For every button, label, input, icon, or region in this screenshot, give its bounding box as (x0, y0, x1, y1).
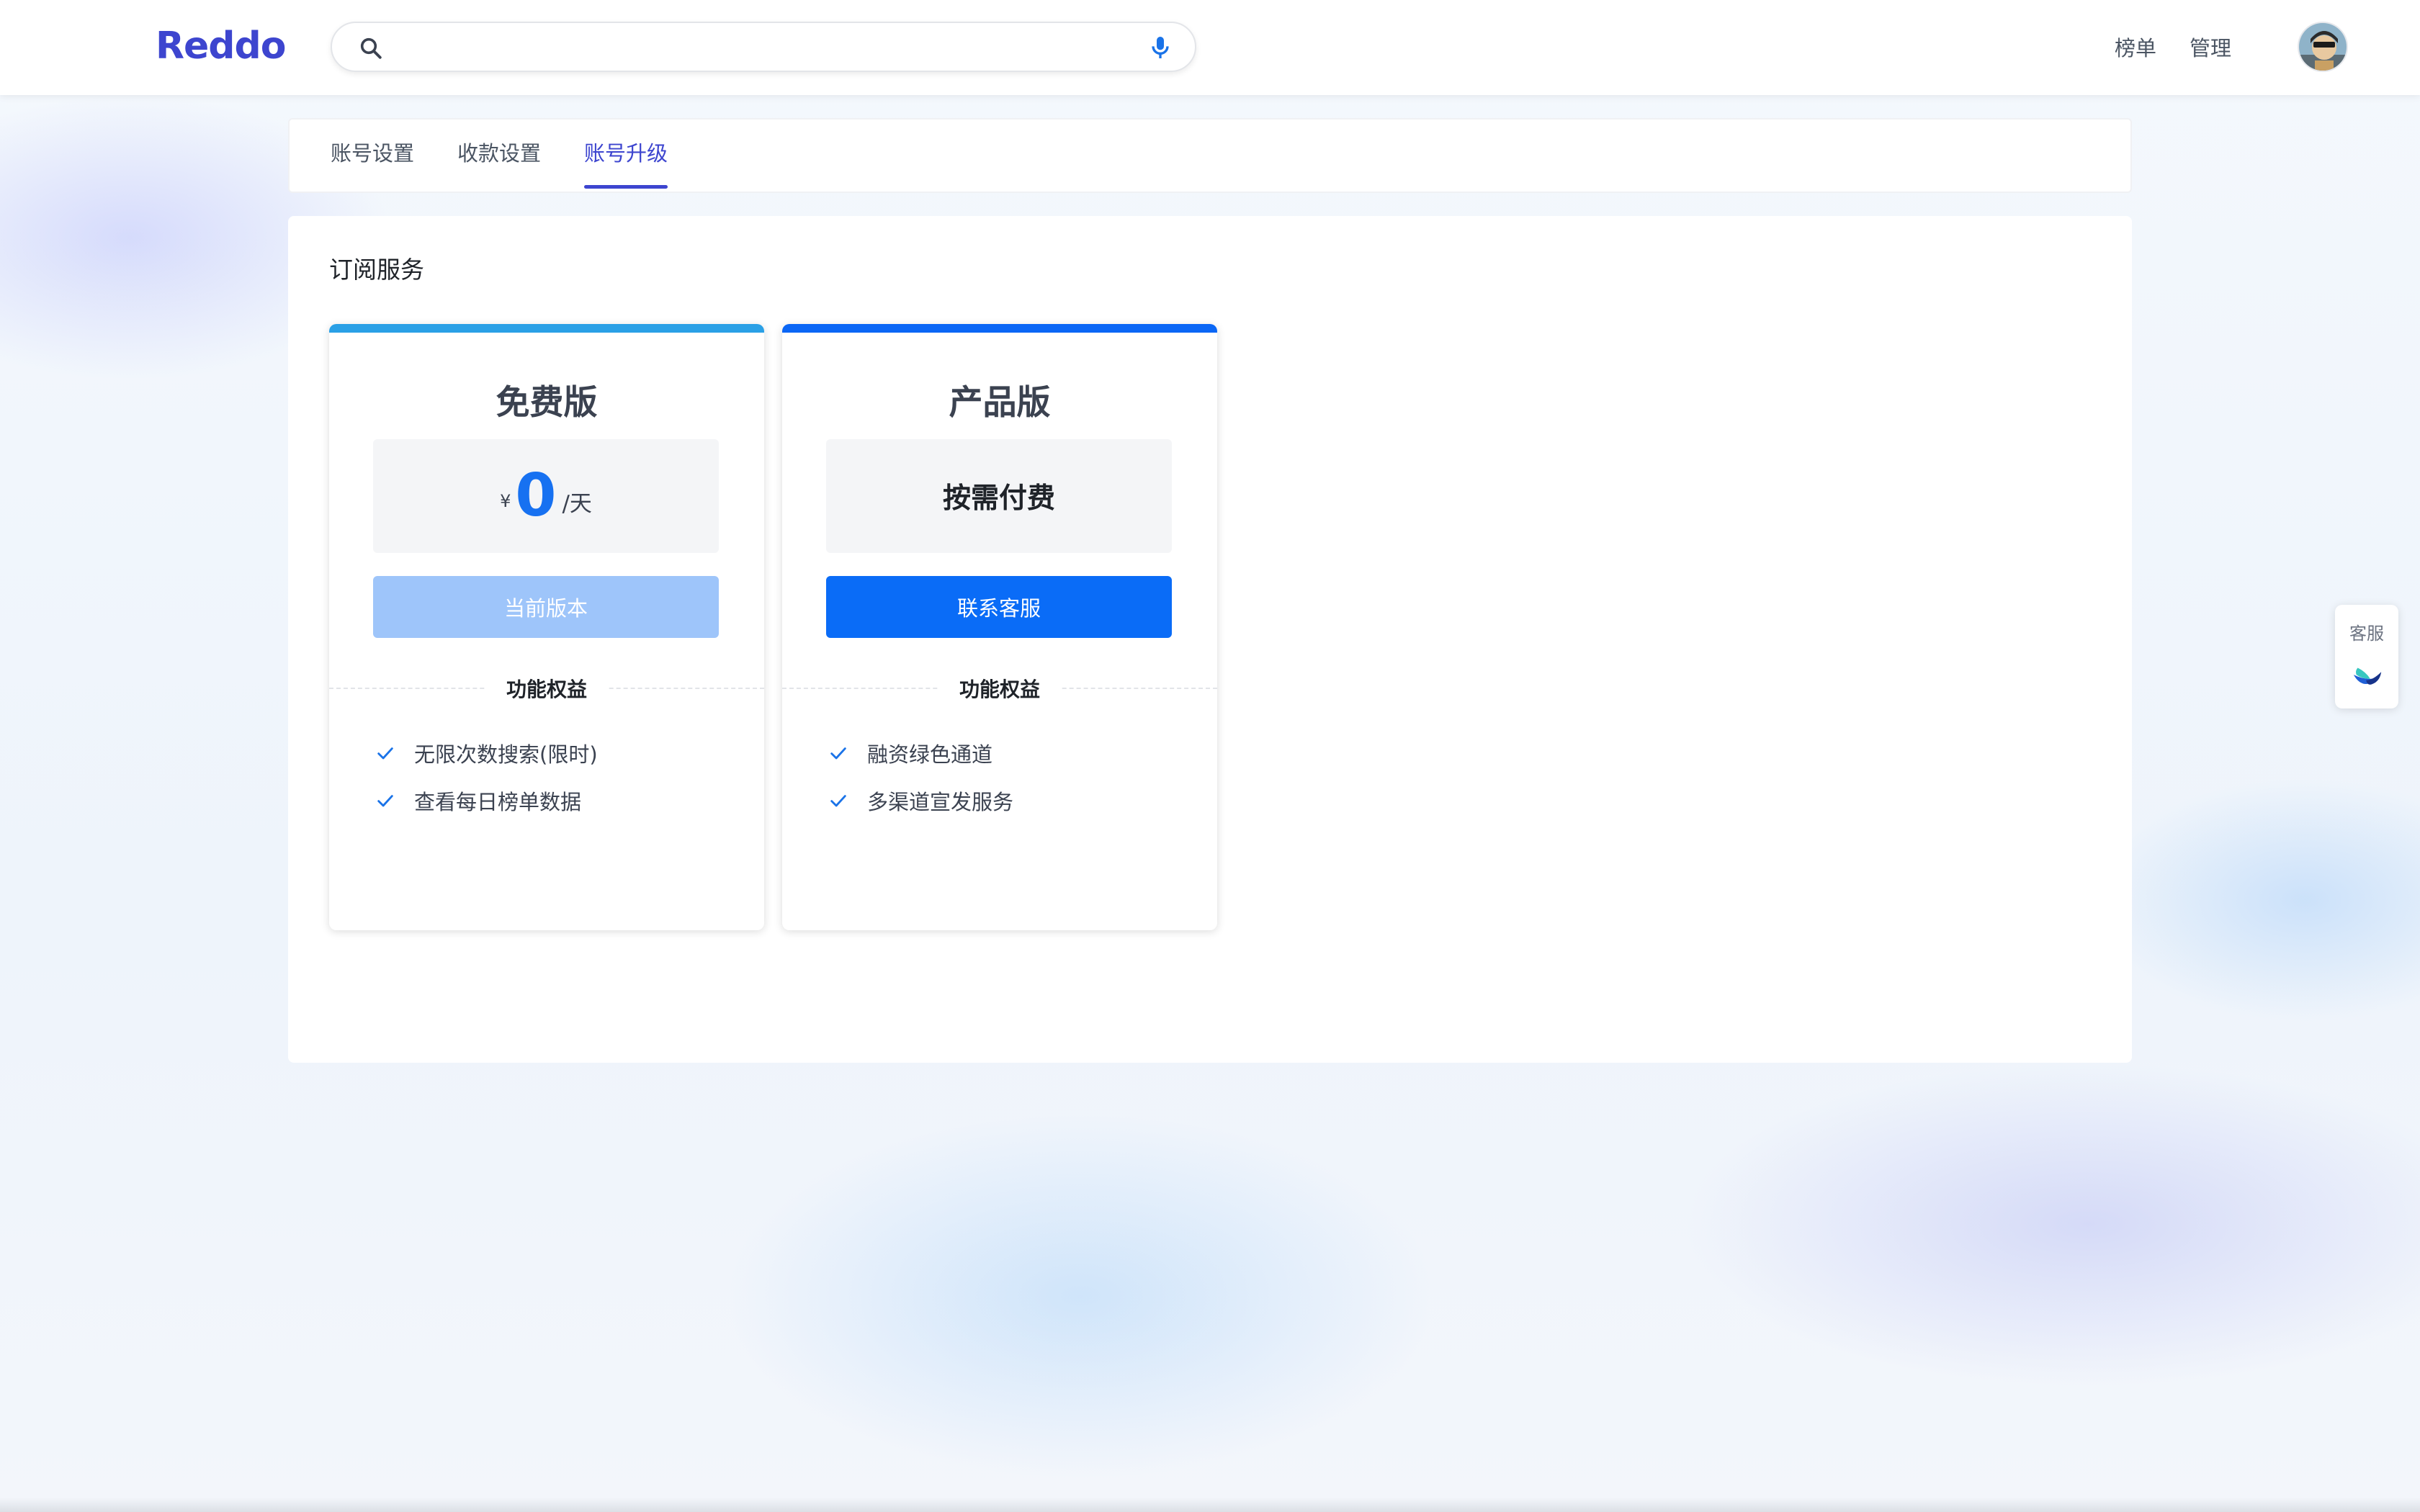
plan-name: 产品版 (949, 383, 1051, 423)
feature-text: 融资绿色通道 (867, 742, 993, 767)
price-amount: 0 (515, 462, 557, 530)
plan-card-free: 免费版 ¥ 0 /天 当前版本 功能权益 无限次数搜索(限时) 查看每日榜单数据 (329, 324, 764, 930)
bottom-edge-shadow (0, 1498, 2420, 1512)
check-icon (830, 795, 846, 807)
check-icon (377, 747, 393, 760)
search-box[interactable] (331, 22, 1196, 72)
nav-admin-link[interactable]: 管理 (2190, 32, 2231, 62)
settings-tabs: 账号设置 收款设置 账号升级 (288, 118, 2132, 193)
search-input[interactable] (404, 30, 1081, 63)
panel-title: 订阅服务 (329, 256, 424, 284)
customer-service-icon (2353, 667, 2382, 685)
subscription-panel: 订阅服务 免费版 ¥ 0 /天 当前版本 功能权益 无限次数搜索(限时) 查看每… (288, 216, 2132, 1063)
feature-text: 查看每日榜单数据 (414, 790, 582, 814)
plan-name: 免费版 (496, 383, 598, 423)
feature-text: 无限次数搜索(限时) (414, 742, 598, 767)
tab-account-settings[interactable]: 账号设置 (331, 137, 414, 177)
tab-payment-settings[interactable]: 收款设置 (457, 137, 541, 177)
check-icon (830, 747, 846, 760)
price-text: 按需付费 (942, 482, 1055, 515)
current-version-button: 当前版本 (373, 576, 719, 638)
price-currency: ¥ (500, 491, 511, 511)
feature-item: 多渠道宣发服务 (828, 786, 1013, 815)
customer-service-label: 客服 (2349, 624, 2384, 644)
benefits-heading: 功能权益 (938, 674, 1060, 703)
plan-card-product: 产品版 按需付费 联系客服 功能权益 融资绿色通道 多渠道宣发服务 (782, 324, 1217, 930)
feature-item: 查看每日榜单数据 (375, 786, 581, 815)
feature-item: 无限次数搜索(限时) (375, 739, 598, 768)
feature-text: 多渠道宣发服务 (867, 790, 1014, 814)
price-unit: /天 (562, 490, 592, 517)
logo[interactable]: Reddo (156, 24, 286, 68)
tab-account-upgrade[interactable]: 账号升级 (584, 137, 668, 189)
check-icon (377, 795, 393, 807)
user-avatar[interactable] (2298, 22, 2348, 72)
customer-service-widget[interactable]: 客服 (2335, 605, 2398, 708)
feature-item: 融资绿色通道 (828, 739, 992, 768)
search-icon (360, 37, 382, 59)
top-bar: Reddo 榜单 管理 (0, 0, 2420, 95)
plan-card-accent-bar (782, 324, 1217, 333)
price-box: 按需付费 (826, 439, 1172, 553)
plan-card-accent-bar (329, 324, 764, 333)
price-box: ¥ 0 /天 (373, 439, 719, 553)
avatar-image (2299, 23, 2347, 71)
benefits-heading: 功能权益 (485, 674, 607, 703)
contact-support-button[interactable]: 联系客服 (826, 576, 1172, 638)
nav-rankings-link[interactable]: 榜单 (2115, 32, 2156, 62)
microphone-icon[interactable] (1146, 33, 1175, 62)
